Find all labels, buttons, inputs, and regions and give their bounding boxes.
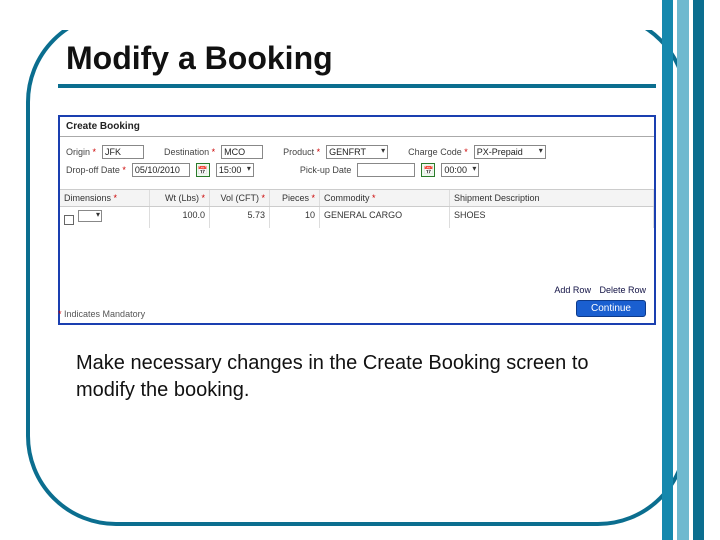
create-booking-panel: Create Booking Origin * JFK Destination … [58,115,656,325]
cell-dimensions[interactable] [60,207,150,228]
cell-commodity[interactable]: GENERAL CARGO [320,207,450,228]
table-row: 100.0 5.73 10 GENERAL CARGO SHOES [60,207,654,228]
frame-mask [60,10,656,30]
dropoff-time-select[interactable]: 15:00 [216,163,254,177]
col-weight: Wt (Lbs) * [150,190,210,206]
cell-volume[interactable]: 5.73 [210,207,270,228]
destination-input[interactable]: MCO [221,145,263,159]
col-shipment-description: Shipment Description [450,190,654,206]
panel-divider [60,136,654,137]
col-dimensions: Dimensions * [60,190,150,206]
col-commodity: Commodity * [320,190,450,206]
product-label: Product * [283,147,320,157]
dropoff-date-input[interactable]: 05/10/2010 [132,163,190,177]
calendar-icon[interactable]: 📅 [196,163,210,177]
row-checkbox[interactable] [64,215,74,225]
pickup-date-input[interactable] [357,163,415,177]
cell-weight[interactable]: 100.0 [150,207,210,228]
pickup-date-label: Pick-up Date [300,165,352,175]
add-row-link[interactable]: Add Row [554,285,591,295]
slide-title: Modify a Booking [66,40,341,77]
panel-heading: Create Booking [60,117,654,134]
col-pieces: Pieces * [270,190,320,206]
cell-shipdesc[interactable]: SHOES [450,207,654,228]
origin-label: Origin * [66,147,96,157]
calendar-icon[interactable]: 📅 [421,163,435,177]
items-table-header: Dimensions * Wt (Lbs) * Vol (CFT) * Piec… [60,189,654,207]
dimension-select[interactable] [78,210,102,222]
continue-button[interactable]: Continue [576,300,646,317]
cell-pieces[interactable]: 10 [270,207,320,228]
charge-code-select[interactable]: PX-Prepaid [474,145,546,159]
col-volume: Vol (CFT) * [210,190,270,206]
title-underline [58,84,656,88]
slide: Modify a Booking Create Booking Origin *… [0,0,720,540]
charge-code-label: Charge Code * [408,147,468,157]
side-accent-bars [662,0,704,540]
product-select[interactable]: GENFRT [326,145,388,159]
origin-input[interactable]: JFK [102,145,144,159]
row-action-links: Add Row Delete Row [548,285,646,295]
booking-row-1: Origin * JFK Destination * MCO Product *… [60,143,654,161]
slide-caption: Make necessary changes in the Create Boo… [76,350,636,404]
dropoff-date-label: Drop-off Date * [66,165,126,175]
mandatory-note: * Indicates Mandatory [58,309,145,319]
destination-label: Destination * [164,147,215,157]
pickup-time-select[interactable]: 00:00 [441,163,479,177]
booking-row-2: Drop-off Date * 05/10/2010 📅 15:00 Pick-… [60,161,654,179]
delete-row-link[interactable]: Delete Row [599,285,646,295]
